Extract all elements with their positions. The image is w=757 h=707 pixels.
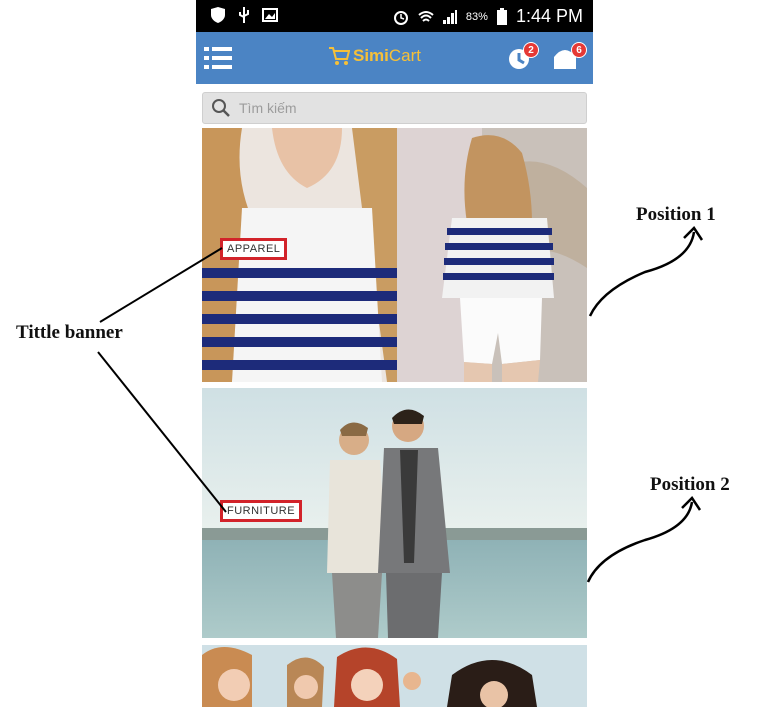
annotation-arrows	[97, 226, 704, 583]
annotation-position-2: Position 2	[650, 474, 730, 495]
annotation-position-1: Position 1	[636, 204, 716, 225]
annotation-title-banner: Tittle banner	[16, 322, 123, 343]
